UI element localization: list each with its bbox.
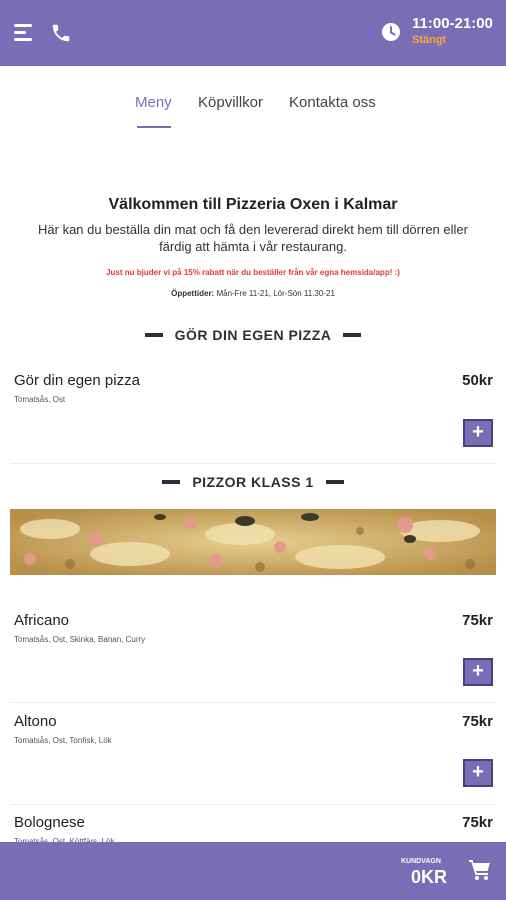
- heading-bar-left: [162, 480, 181, 484]
- hamburger-icon[interactable]: [14, 24, 34, 42]
- divider: [10, 463, 496, 464]
- hours-label: Öppettider:: [171, 289, 215, 298]
- hours-value: Mån-Fre 11-21, Lör-Sön 11.30-21: [216, 289, 335, 298]
- tab-kontakta-oss[interactable]: Kontakta oss: [289, 94, 376, 111]
- item-price: 75kr: [462, 814, 493, 831]
- item-name: Altono: [14, 713, 57, 730]
- nav-tabs: Meny Köpvillkor Kontakta oss: [0, 94, 506, 134]
- section-heading: PIZZOR KLASS 1: [0, 472, 506, 492]
- item-name: Gör din egen pizza: [14, 372, 140, 389]
- item-name: Bolognese: [14, 814, 85, 831]
- add-to-cart-button[interactable]: +: [463, 759, 493, 787]
- open-status: Stängt: [412, 34, 447, 46]
- item-description: Tomatsås, Ost: [14, 395, 66, 404]
- opening-hours: 11:00-21:00: [412, 15, 493, 32]
- item-description: Tomatsås, Ost, Skinka, Banan, Curry: [14, 635, 146, 644]
- item-price: 50kr: [462, 372, 493, 389]
- top-bar: 11:00-21:00 Stängt: [0, 0, 506, 66]
- cart-bar[interactable]: KUNDVAGN 0KR: [0, 842, 506, 900]
- cart-icon[interactable]: [468, 859, 492, 881]
- item-price: 75kr: [462, 612, 493, 629]
- cart-total: 0KR: [411, 867, 448, 887]
- pizza-image: [10, 509, 496, 575]
- tab-meny[interactable]: Meny: [135, 94, 172, 111]
- welcome-text: Här kan du beställa din mat och få den l…: [38, 222, 468, 254]
- opening-hours-line: Öppettider: Mån-Fre 11-21, Lör-Sön 11.30…: [0, 289, 506, 298]
- item-name: Africano: [14, 612, 70, 629]
- divider: [10, 804, 496, 805]
- active-tab-indicator: [137, 126, 171, 128]
- phone-icon[interactable]: [50, 22, 72, 44]
- clock-icon: [381, 22, 401, 42]
- section-title: PIZZOR KLASS 1: [192, 474, 314, 490]
- divider: [10, 702, 496, 703]
- heading-bar-right: [325, 480, 344, 484]
- add-to-cart-button[interactable]: +: [463, 419, 493, 447]
- tab-kopvillkor[interactable]: Köpvillkor: [198, 94, 263, 111]
- add-to-cart-button[interactable]: +: [463, 658, 493, 686]
- section-heading: GÖR DIN EGEN PIZZA: [0, 325, 506, 345]
- welcome-title: Välkommen till Pizzeria Oxen i Kalmar: [108, 196, 398, 213]
- item-price: 75kr: [462, 713, 493, 730]
- heading-bar-left: [144, 333, 163, 337]
- section-title: GÖR DIN EGEN PIZZA: [174, 327, 332, 343]
- item-description: Tomatsås, Ost, Tonfisk, Lök: [14, 736, 112, 745]
- heading-bar-right: [343, 333, 362, 337]
- cart-label: KUNDVAGN: [401, 858, 441, 865]
- promo-text: Just nu bjuder vi på 15% rabatt när du b…: [106, 268, 400, 277]
